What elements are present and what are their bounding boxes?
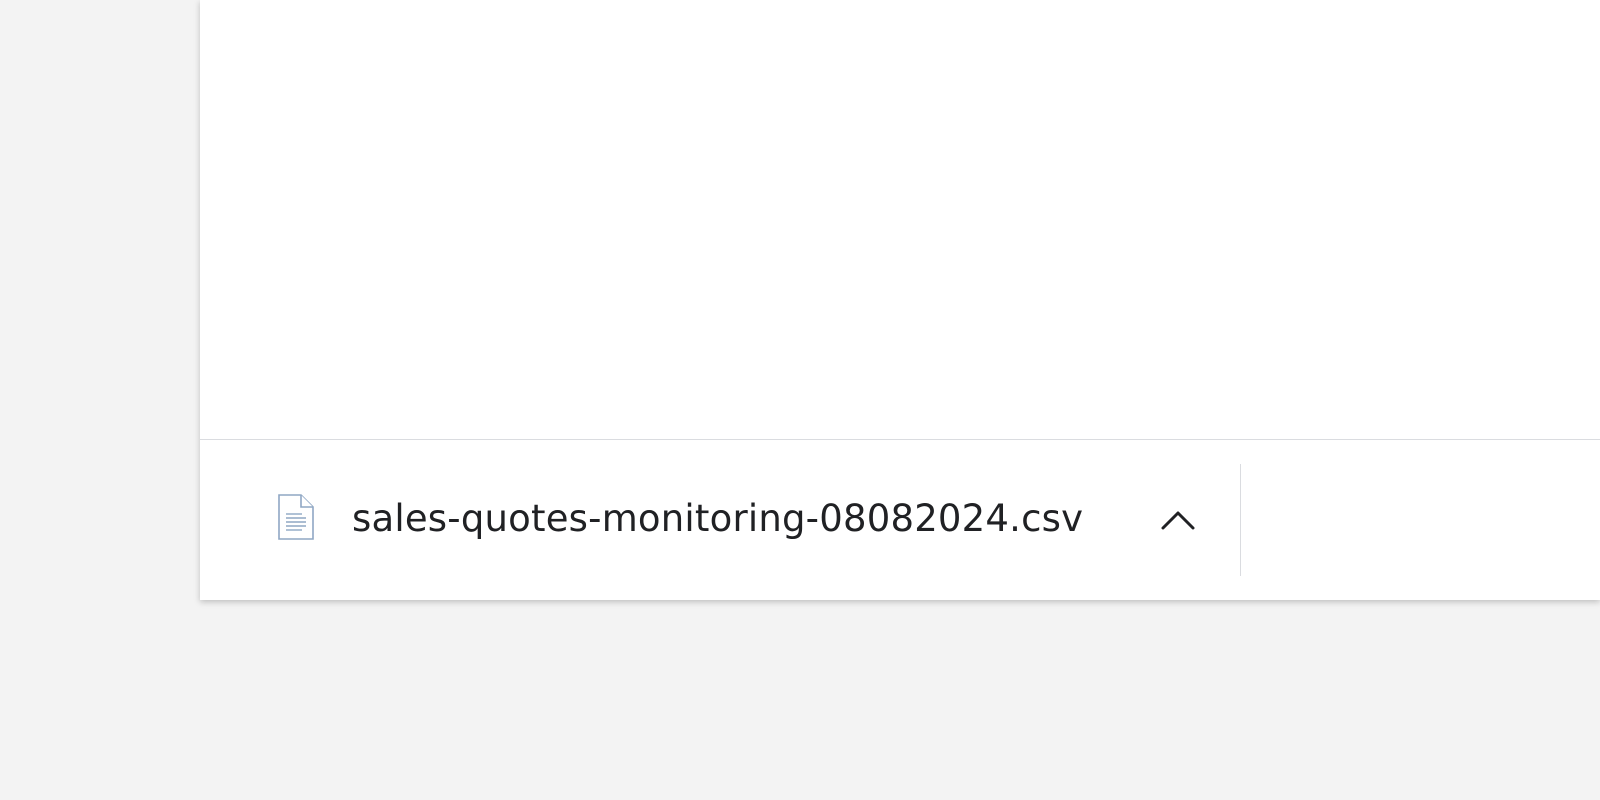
download-file-name[interactable]: sales-quotes-monitoring-08082024.csv xyxy=(352,498,1083,540)
page-content-area xyxy=(200,0,1600,440)
browser-window: sales-quotes-monitoring-08082024.csv xyxy=(200,0,1600,600)
download-options-button[interactable] xyxy=(1156,498,1200,542)
chevron-up-icon xyxy=(1161,511,1195,530)
download-shelf: sales-quotes-monitoring-08082024.csv xyxy=(200,439,1600,600)
document-file-icon xyxy=(278,494,314,540)
download-item[interactable]: sales-quotes-monitoring-08082024.csv xyxy=(200,464,1241,576)
